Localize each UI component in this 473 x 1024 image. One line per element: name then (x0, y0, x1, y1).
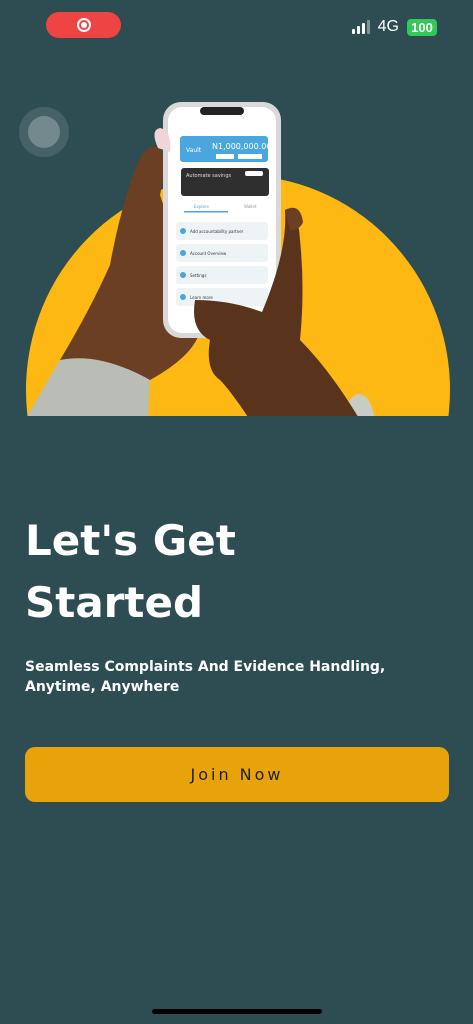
svg-text:Vault: Vault (186, 147, 202, 154)
battery-indicator: 100 (407, 18, 437, 36)
svg-text:Add accountability partner: Add accountability partner (190, 229, 244, 234)
screen-recording-indicator[interactable] (46, 12, 121, 38)
network-type: 4G (377, 18, 399, 35)
page-subtitle: Seamless Complaints And Evidence Handlin… (25, 659, 386, 695)
svg-text:Settings: Settings (190, 273, 206, 278)
svg-text:Account Overview: Account Overview (190, 251, 227, 256)
svg-text:Learn more: Learn more (190, 295, 213, 300)
cellular-signal-icon (351, 20, 370, 34)
status-bar-right: 4G 100 (351, 18, 437, 36)
join-now-button[interactable]: Join Now (25, 747, 449, 802)
record-icon (76, 18, 91, 32)
title-line-1: Let's Get (25, 516, 236, 565)
svg-text:Automate savings: Automate savings (186, 173, 232, 179)
svg-text:Explore: Explore (194, 204, 210, 209)
hero-illustration: Vault N1,000,000.00 Automate savings Exp… (26, 102, 450, 416)
svg-text:N1,000,000.00: N1,000,000.00 (212, 142, 271, 151)
title-line-2: Started (25, 578, 204, 627)
svg-text:Wallet: Wallet (244, 204, 257, 209)
page-title: Let's Get Started (25, 510, 445, 634)
home-indicator[interactable] (152, 1009, 322, 1014)
